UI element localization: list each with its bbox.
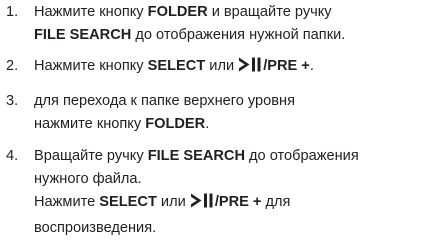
step-3-line-2: нажмите кнопку FOLDER. — [34, 116, 210, 132]
pre-plus-key-label: /PRE + — [263, 58, 310, 74]
pre-plus-key-label: /PRE + — [214, 194, 262, 210]
step-3: 3. для перехода к папке верхнего уровня … — [0, 90, 444, 136]
step-1-line-1: Нажмите кнопку FOLDER и вращайте ручку — [34, 4, 332, 20]
select-key-label: SELECT — [147, 58, 206, 74]
play-pause-icon — [238, 56, 262, 81]
file-search-knob-label: FILE SEARCH — [34, 27, 132, 43]
step-2-line-1: Нажмите кнопку SELECT или /PRE +. — [34, 55, 444, 81]
play-pause-icon — [190, 192, 214, 217]
step-4-line-2: нужного файла. — [34, 171, 142, 187]
step-3-line-1: для перехода к папке верхнего уровня — [34, 93, 295, 109]
step-4: 4. Вращайте ручку FILE SEARCH до отображ… — [0, 145, 444, 240]
step-2: 2. Нажмите кнопку SELECT или /PRE +. — [0, 55, 444, 81]
step-1-line-2: FILE SEARCH до отображения нужной папки. — [34, 27, 346, 43]
step-4-line-3: Нажмите SELECT или /PRE + для — [34, 191, 444, 217]
step-4-line-4: воспроизведения. — [34, 220, 157, 236]
file-search-knob-label: FILE SEARCH — [147, 148, 245, 164]
step-number: 2. — [6, 58, 19, 74]
step-number: 4. — [6, 148, 19, 164]
select-key-label: SELECT — [99, 194, 157, 210]
step-number: 3. — [6, 93, 19, 109]
folder-key-label: FOLDER — [145, 116, 206, 132]
instruction-list: 1. Нажмите кнопку FOLDER и вращайте ручк… — [0, 0, 444, 240]
step-number: 1. — [6, 4, 19, 20]
folder-key-label: FOLDER — [147, 4, 208, 20]
step-1: 1. Нажмите кнопку FOLDER и вращайте ручк… — [0, 1, 444, 47]
step-4-line-1: Вращайте ручку FILE SEARCH до отображени… — [34, 148, 359, 164]
